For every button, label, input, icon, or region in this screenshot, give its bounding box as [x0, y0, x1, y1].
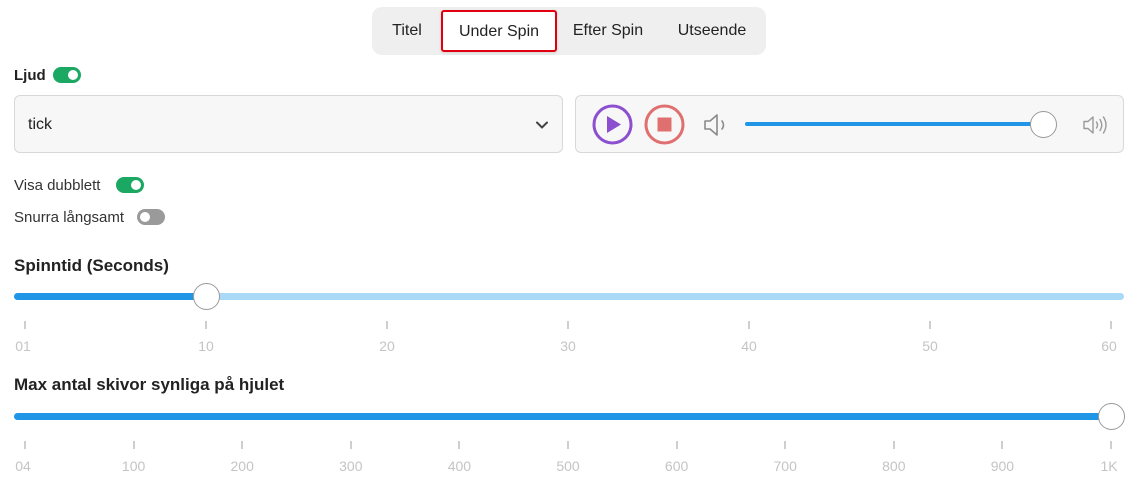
tick-mark [892, 441, 895, 449]
toggle-knob [131, 180, 141, 190]
tick-label: 40 [741, 338, 757, 354]
tick-label: 20 [379, 338, 395, 354]
tick-mark [24, 441, 26, 449]
tab-efter-spin[interactable]: Efter Spin [562, 7, 654, 55]
sound-label: Ljud [14, 67, 46, 84]
spin-time-title: Spinntid (Seconds) [14, 256, 169, 275]
tick-mark [241, 441, 244, 449]
spin-slow-label: Snurra långsamt [14, 209, 125, 226]
speaker-low-icon[interactable] [703, 112, 731, 138]
spin-time-slider-fill [14, 293, 206, 300]
tick-mark [1001, 441, 1004, 449]
tick-mark [205, 321, 207, 329]
tick-label: 300 [339, 458, 363, 474]
tick-label: 60 [1101, 338, 1117, 354]
tab-titel[interactable]: Titel [372, 7, 442, 55]
sound-toggle[interactable] [53, 67, 81, 83]
speaker-high-icon[interactable] [1082, 114, 1110, 136]
play-circle-icon[interactable] [592, 104, 633, 145]
tick-mark [1110, 321, 1112, 329]
max-slices-slider-thumb[interactable] [1097, 403, 1125, 430]
tick-label: 700 [773, 458, 797, 474]
sound-player [575, 95, 1124, 153]
tick-label: 04 [15, 458, 31, 474]
tick-mark [929, 321, 931, 329]
toggle-knob [68, 70, 78, 80]
tick-label: 50 [922, 338, 938, 354]
stop-circle-icon[interactable] [644, 104, 685, 145]
max-slices-slider-fill [14, 413, 1111, 420]
tick-mark [132, 441, 135, 449]
tick-mark [349, 441, 352, 449]
tick-mark [567, 321, 569, 329]
tick-mark [567, 441, 569, 449]
tick-label: 30 [560, 338, 576, 354]
sound-select[interactable]: tick [14, 95, 563, 153]
tick-mark [458, 441, 461, 449]
tick-label: 01 [15, 338, 31, 354]
tab-utseende[interactable]: Utseende [662, 7, 762, 55]
tick-mark [675, 441, 678, 449]
max-slices-slider-track[interactable] [14, 413, 1124, 420]
spin-time-slider-thumb[interactable] [192, 283, 220, 310]
chevron-down-icon [536, 121, 548, 129]
tick-label: 10 [198, 338, 214, 354]
tick-label: 500 [556, 458, 580, 474]
tick-label: 100 [121, 458, 146, 474]
tab-bar: Titel Under Spin Efter Spin Utseende [372, 7, 766, 55]
volume-track[interactable] [745, 122, 1056, 126]
max-slices-title: Max antal skivor synliga på hjulet [14, 375, 285, 394]
tick-mark [748, 321, 750, 329]
tick-label: 200 [230, 458, 254, 474]
tick-label: 800 [882, 458, 906, 474]
tick-label: 600 [664, 458, 689, 474]
show-duplicate-label: Visa dubblett [14, 177, 101, 194]
show-duplicate-toggle[interactable] [116, 177, 144, 193]
sound-select-value: tick [28, 116, 52, 133]
tick-mark [1110, 441, 1112, 449]
spin-time-slider-track[interactable] [14, 293, 1124, 300]
tick-mark [24, 321, 26, 329]
tick-label: 1K [1100, 458, 1118, 474]
tick-mark [784, 441, 787, 449]
tab-under-spin[interactable]: Under Spin [441, 10, 557, 52]
tick-label: 900 [990, 458, 1015, 474]
toggle-knob [140, 212, 150, 222]
tick-label: 400 [447, 458, 472, 474]
tick-mark [386, 321, 388, 329]
volume-thumb[interactable] [1029, 111, 1057, 138]
spin-slow-toggle[interactable] [137, 209, 165, 225]
